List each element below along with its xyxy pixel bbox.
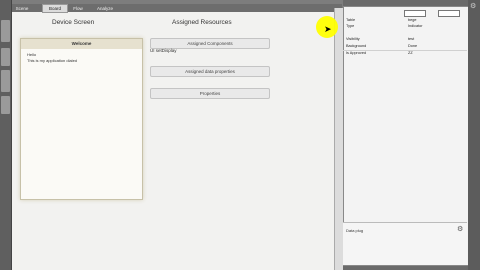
assigned-data-button[interactable]: Assigned data properties [150,66,270,77]
tab-analyze[interactable]: Analyze [92,5,118,12]
prop-row[interactable]: Type Indicator [344,23,468,29]
prop-value[interactable]: Indicator [408,23,423,29]
tool-tab-1[interactable] [1,20,10,42]
prop-key: Visibility [346,37,360,41]
panel-tab-2[interactable] [438,10,460,17]
gear-icon[interactable]: ⚙ [457,225,463,233]
device-header: Welcome [21,39,142,49]
prop-row[interactable]: Visibility test [344,36,468,42]
prop-value[interactable]: Done [408,43,417,49]
right-scrollbar[interactable]: ⚙ [468,0,480,270]
tab-scene[interactable]: Scene [14,5,30,12]
device-line-1: Hello [27,52,37,57]
device-line-2: This is my application dialed [27,58,78,63]
prop-value[interactable]: test [408,36,414,42]
tool-tab-4[interactable] [1,96,10,114]
device-screen-title: Device Screen [52,19,95,26]
cursor-icon: ➤ [324,24,332,34]
gear-icon[interactable]: ⚙ [470,2,476,10]
resource-item[interactable]: UI setDisplay [150,48,177,53]
main-scrollbar[interactable] [334,8,343,270]
tool-tab-2[interactable] [1,48,10,66]
bottom-panel: Data plug ⚙ [343,222,467,265]
prop-key: Background [346,44,367,48]
bottom-panel-label: Data plug [346,228,364,233]
properties-button[interactable]: Properties [150,88,270,99]
left-toolstrip [0,0,12,270]
assigned-resources-title: Assigned Resources [172,19,232,26]
divider [343,50,467,51]
prop-row[interactable]: Background Done [344,43,468,49]
panel-tab-1[interactable] [404,10,426,17]
tab-board[interactable]: Board [42,4,68,13]
device-screen[interactable]: Welcome Hello This is my application dia… [20,38,143,200]
tool-tab-3[interactable] [1,70,10,92]
prop-key: Type [346,24,355,28]
tab-flow[interactable]: Flow [70,5,86,12]
tab-bar: Scene Board Flow Analyze [12,4,342,13]
